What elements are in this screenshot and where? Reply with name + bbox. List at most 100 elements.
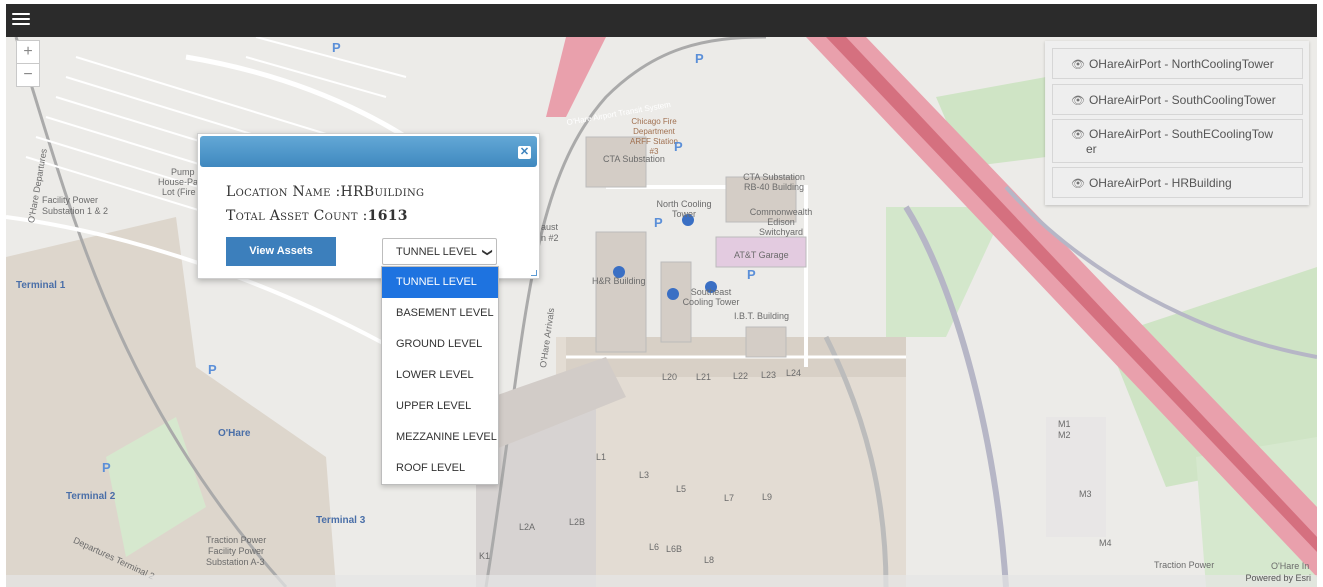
label-facility-power: Facility Power bbox=[42, 195, 99, 205]
gate-label: M1 bbox=[1058, 419, 1071, 429]
zoom-control: + − bbox=[16, 40, 40, 87]
layer-item-southe-cooling-tower[interactable]: 👁 OHareAirPort - SouthECoolingTow er bbox=[1052, 119, 1303, 163]
location-name-row: Location Name :HRBuilding bbox=[226, 184, 424, 200]
gate-label: L6B bbox=[666, 544, 683, 554]
label-fire-dept-line2: Department bbox=[633, 127, 675, 136]
asset-count-row: Total Asset Count :1613 bbox=[226, 208, 408, 224]
label-traction-power-right: Traction Power bbox=[1154, 560, 1215, 570]
gate-label: L22 bbox=[733, 371, 749, 381]
label-fire-dept-line1: Chicago Fire bbox=[631, 117, 677, 126]
gate-label: L7 bbox=[724, 493, 735, 503]
label-southeast-line2: Cooling Tower bbox=[682, 297, 740, 307]
gate-label: L3 bbox=[639, 470, 650, 480]
label-southeast-line1: Southeast bbox=[690, 287, 732, 297]
label-exhaust-2: n #2 bbox=[541, 233, 559, 243]
gate-label: M3 bbox=[1079, 489, 1092, 499]
zoom-in-button[interactable]: + bbox=[17, 41, 39, 63]
level-select-value: TUNNEL LEVEL bbox=[396, 246, 477, 258]
asset-count-label: Total Asset Count : bbox=[226, 208, 368, 224]
layer-item-north-cooling-tower[interactable]: 👁 OHareAirPort - NorthCoolingTower bbox=[1052, 48, 1303, 79]
parking-icon: P bbox=[654, 215, 663, 230]
level-option[interactable]: LOWER LEVEL bbox=[382, 360, 498, 391]
layer-item-south-cooling-tower[interactable]: 👁 OHareAirPort - SouthCoolingTower bbox=[1052, 84, 1303, 115]
gate-label: L8 bbox=[704, 555, 715, 565]
label-pump-house: Pump bbox=[171, 167, 195, 177]
label-ohare-station: O'Hare bbox=[218, 428, 251, 439]
gate-label: L5 bbox=[676, 484, 687, 494]
gate-label: K1 bbox=[479, 551, 491, 561]
top-toolbar bbox=[6, 4, 1317, 37]
gate-label: M4 bbox=[1099, 538, 1112, 548]
eye-icon: 👁 bbox=[1071, 95, 1085, 107]
close-icon[interactable]: ✕ bbox=[518, 146, 531, 159]
map-footer bbox=[6, 575, 1317, 587]
eye-icon: 👁 bbox=[1071, 178, 1085, 190]
label-ibt-building: I.B.T. Building bbox=[734, 311, 790, 321]
layer-label: OHareAirPort - SouthCoolingTower bbox=[1088, 93, 1276, 107]
gate-label: L2A bbox=[519, 522, 536, 532]
gate-label: L9 bbox=[762, 492, 773, 502]
label-cta-rb40-line2: RB-40 Building bbox=[743, 182, 805, 192]
label-cta-rb40: CTA Substation RB-40 Building bbox=[734, 172, 814, 192]
view-assets-button[interactable]: View Assets bbox=[226, 237, 336, 266]
level-select[interactable]: TUNNEL LEVEL ❯ bbox=[382, 238, 497, 265]
eye-icon: 👁 bbox=[1071, 59, 1085, 71]
label-north-cooling: North Cooling Tower bbox=[654, 199, 714, 219]
level-option[interactable]: BASEMENT LEVEL bbox=[382, 298, 498, 329]
label-commonwealth-line2: Edison bbox=[767, 217, 795, 227]
level-option[interactable]: MEZZANINE LEVEL bbox=[382, 422, 498, 453]
layer-label: OHareAirPort - HRBuilding bbox=[1088, 176, 1232, 190]
label-att-garage: AT&T Garage bbox=[734, 250, 789, 260]
gate-label: L6 bbox=[649, 542, 660, 552]
chevron-down-icon: ❯ bbox=[481, 248, 493, 257]
parking-icon: P bbox=[674, 139, 683, 154]
parking-icon: P bbox=[332, 40, 341, 55]
zoom-out-button[interactable]: − bbox=[17, 63, 39, 86]
gate-label: L21 bbox=[696, 372, 712, 382]
label-north-cooling-line1: North Cooling bbox=[656, 199, 712, 209]
label-terminal-2: Terminal 2 bbox=[66, 491, 116, 502]
label-commonwealth-line3: Switchyard bbox=[758, 227, 803, 237]
label-pump-house-3: Lot (Fire bbox=[162, 187, 196, 197]
hamburger-menu-icon[interactable] bbox=[12, 10, 30, 28]
label-traction-power: Traction Power bbox=[206, 535, 267, 545]
label-southeast-cooling: Southeast Cooling Tower bbox=[676, 287, 746, 307]
layer-list-panel: 👁 OHareAirPort - NorthCoolingTower 👁 OHare… bbox=[1045, 41, 1309, 205]
gate-label: L20 bbox=[662, 372, 678, 382]
label-terminal-3: Terminal 3 bbox=[316, 515, 366, 526]
gate-label: M2 bbox=[1058, 430, 1071, 440]
parking-icon: P bbox=[747, 267, 756, 282]
layer-label: OHareAirPort - NorthCoolingTower bbox=[1088, 57, 1274, 71]
asset-count-value: 1613 bbox=[367, 208, 408, 224]
gate-label: L1 bbox=[596, 452, 607, 462]
label-exhaust: aust bbox=[541, 222, 559, 232]
level-option[interactable]: GROUND LEVEL bbox=[382, 329, 498, 360]
label-terminal-1: Terminal 1 bbox=[16, 280, 66, 291]
level-option[interactable]: UPPER LEVEL bbox=[382, 391, 498, 422]
attribution-text[interactable]: Powered by Esri bbox=[1245, 573, 1311, 583]
resize-handle[interactable] bbox=[531, 270, 537, 276]
parking-icon: P bbox=[208, 362, 217, 377]
location-name-value: HRBuilding bbox=[340, 184, 425, 200]
label-traction-facility: Facility Power bbox=[208, 546, 265, 556]
level-dropdown-list: TUNNEL LEVEL BASEMENT LEVEL GROUND LEVEL… bbox=[381, 266, 499, 485]
gate-label: L24 bbox=[786, 368, 802, 378]
label-traction-substation: Substation A-3 bbox=[206, 557, 265, 567]
layer-label-wrap: er bbox=[1086, 142, 1097, 156]
level-option[interactable]: TUNNEL LEVEL bbox=[382, 267, 498, 298]
gate-label: L23 bbox=[761, 370, 777, 380]
label-cta-rb40-line1: CTA Substation bbox=[743, 172, 805, 182]
label-pump-house-2: House-Par bbox=[158, 177, 202, 187]
layer-item-hr-building[interactable]: 👁 OHareAirPort - HRBuilding bbox=[1052, 167, 1303, 198]
parking-icon: P bbox=[102, 460, 111, 475]
parking-icon: P bbox=[695, 51, 704, 66]
label-commonwealth-line1: Commonwealth bbox=[749, 207, 813, 217]
app-frame: Terminal 1 Terminal 2 Terminal 3 O'Hare … bbox=[6, 4, 1317, 587]
label-hr-building: H&R Building bbox=[592, 276, 646, 286]
level-option[interactable]: ROOF LEVEL bbox=[382, 453, 498, 484]
label-substation-1-2: Substation 1 & 2 bbox=[42, 206, 109, 216]
label-ohare-in: O'Hare In bbox=[1271, 561, 1310, 571]
label-cta-substation: CTA Substation bbox=[603, 154, 665, 164]
label-commonwealth: Commonwealth Edison Switchyard bbox=[741, 207, 821, 237]
popup-header: ✕ bbox=[200, 136, 537, 167]
